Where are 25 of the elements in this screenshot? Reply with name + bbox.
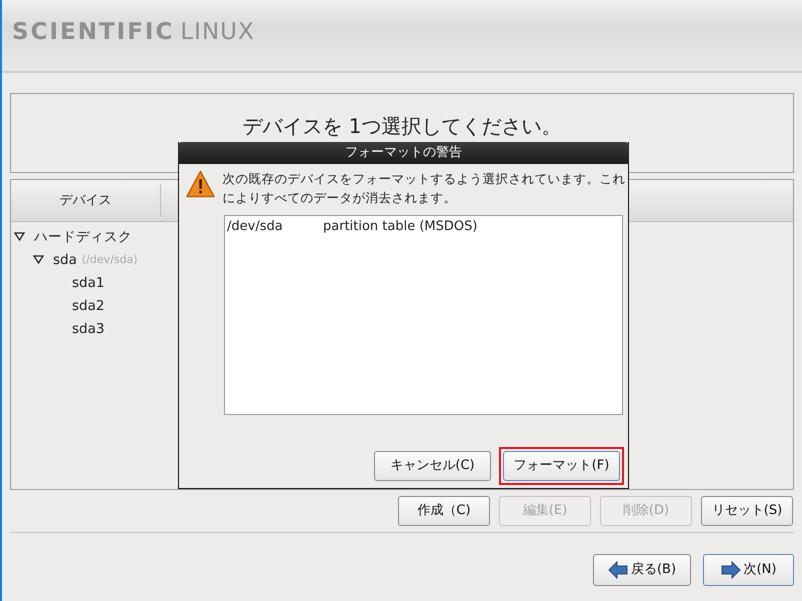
dialog-title: フォーマットの警告 [178,142,629,164]
device-name[interactable]: sda1 [72,272,104,293]
category-label[interactable]: ハードディスク [34,226,132,247]
action-button[interactable]: リセット(S) [701,496,793,526]
device-name[interactable]: sda [53,250,77,270]
logo-text: SCIENTIFIC [12,18,174,47]
list-cell-text: /dev/sda [227,218,284,236]
dialog-button[interactable]: キャンセル(C) [374,451,491,481]
warning-icon [185,169,216,199]
next-button[interactable]: 次(N) [703,554,794,586]
right-arrow-icon [720,561,741,579]
action-button[interactable]: 作成（C) [398,496,490,526]
back-button[interactable]: 戻る(B) [593,554,691,586]
heading-text: デバイスを 1つ選択してください。 [242,115,562,137]
dialog-button[interactable]: フォーマット(F) [503,451,620,481]
device-path: (/dev/sda) [82,252,138,268]
dialog-message: 次の既存のデバイスをフォーマットするよう選択されています。これによりすべてのデータが消去されます。 [222,170,626,207]
expander-icon[interactable] [14,232,25,242]
expander-icon[interactable] [33,255,44,264]
logo-text: LINUX [180,18,255,47]
left-arrow-icon [608,561,628,579]
device-name[interactable]: sda2 [72,296,104,316]
list-cell-text: partition table (MSDOS) [323,218,478,236]
device-name[interactable]: sda3 [72,318,104,339]
column-header[interactable]: デバイス [11,184,161,217]
